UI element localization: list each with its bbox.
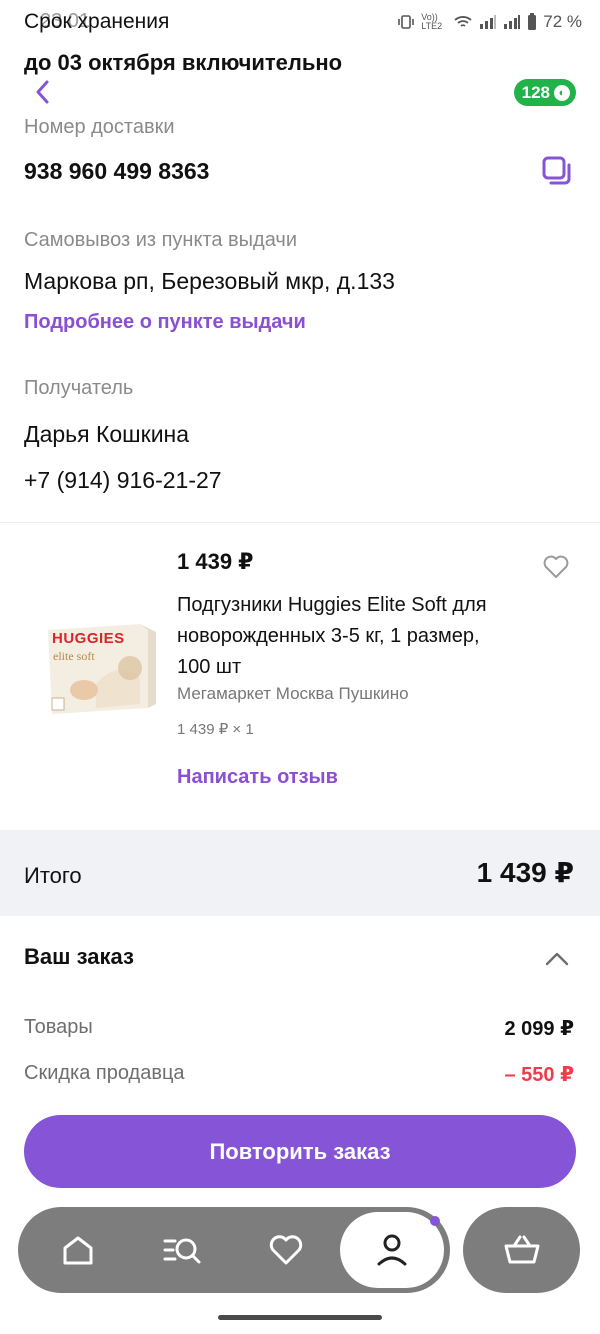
bonus-count: 128 — [521, 82, 550, 102]
nav-favorites[interactable] — [246, 1207, 326, 1293]
copy-icon — [542, 156, 571, 185]
storage-value: до 03 октября включительно — [24, 50, 343, 75]
total-label: Итого — [24, 863, 82, 888]
vibrate-icon — [398, 15, 415, 29]
recipient-name: Дарья Кошкина — [24, 421, 190, 447]
nav-catalog[interactable] — [142, 1207, 222, 1293]
bottom-nav — [18, 1207, 450, 1293]
network-label: Vo)) LTE2 — [421, 12, 443, 31]
collapse-button[interactable] — [544, 948, 570, 970]
favorite-button[interactable] — [542, 554, 570, 580]
home-indicator[interactable] — [218, 1315, 382, 1320]
nav-home[interactable] — [38, 1207, 118, 1293]
copy-button[interactable] — [540, 154, 574, 188]
discount-label: Скидка продавца — [24, 1062, 185, 1084]
notification-dot — [430, 1216, 440, 1226]
goods-label: Товары — [24, 1016, 93, 1038]
product-quantity: 1 439 ₽ × 1 — [177, 721, 254, 738]
product-image[interactable]: HUGGIES elite soft — [44, 624, 160, 714]
battery-icon — [528, 13, 537, 30]
pickup-address: Маркова рп, Березовый мкр, д.133 — [24, 268, 395, 294]
storage-label: Срок хранения — [24, 10, 170, 33]
battery-level: 72 % — [543, 12, 582, 31]
repeat-order-button[interactable]: Повторить заказ — [24, 1115, 576, 1188]
wifi-icon — [454, 16, 472, 27]
recipient-label: Получатель — [24, 377, 134, 399]
bonus-coin-icon: ◐ — [554, 84, 570, 101]
write-review-link[interactable]: Написать отзыв — [177, 766, 338, 789]
heart-icon — [543, 555, 569, 578]
profile-icon — [377, 1234, 407, 1266]
bonus-badge[interactable]: 128 ◐ — [513, 79, 576, 106]
nav-cart[interactable] — [463, 1207, 580, 1293]
chevron-left-icon — [36, 80, 49, 104]
product-price: 1 439 ₽ — [177, 549, 254, 574]
back-button[interactable] — [28, 76, 56, 108]
signal-icon-2 — [504, 15, 521, 29]
home-icon — [63, 1236, 93, 1265]
pickup-label: Самовывоз из пункта выдачи — [24, 229, 297, 251]
catalog-search-icon — [163, 1238, 201, 1264]
product-seller: Мегамаркет Москва Пушкино — [177, 684, 409, 703]
delivery-number-label: Номер доставки — [24, 116, 175, 138]
divider — [0, 522, 600, 523]
product-title[interactable]: Подгузники Huggies Elite Soft для новоро… — [177, 590, 517, 683]
product-image-line: elite soft — [53, 649, 95, 663]
product-image-brand: HUGGIES — [52, 630, 125, 647]
favorites-icon — [269, 1235, 303, 1265]
pickup-details-link[interactable]: Подробнее о пункте выдачи — [24, 311, 306, 334]
signal-icon — [480, 15, 497, 29]
total-value: 1 439 ₽ — [476, 857, 574, 888]
delivery-number: 938 960 499 8363 — [24, 158, 210, 184]
goods-value: 2 099 ₽ — [504, 1018, 574, 1040]
nav-profile[interactable] — [340, 1212, 444, 1288]
chevron-up-icon — [545, 952, 569, 966]
recipient-phone: +7 (914) 916-21-27 — [24, 467, 222, 493]
cart-icon — [504, 1235, 539, 1264]
discount-value: – 550 ₽ — [504, 1064, 574, 1086]
order-summary-title: Ваш заказ — [24, 944, 134, 969]
status-icons: Vo)) LTE2 72 % — [397, 12, 582, 32]
